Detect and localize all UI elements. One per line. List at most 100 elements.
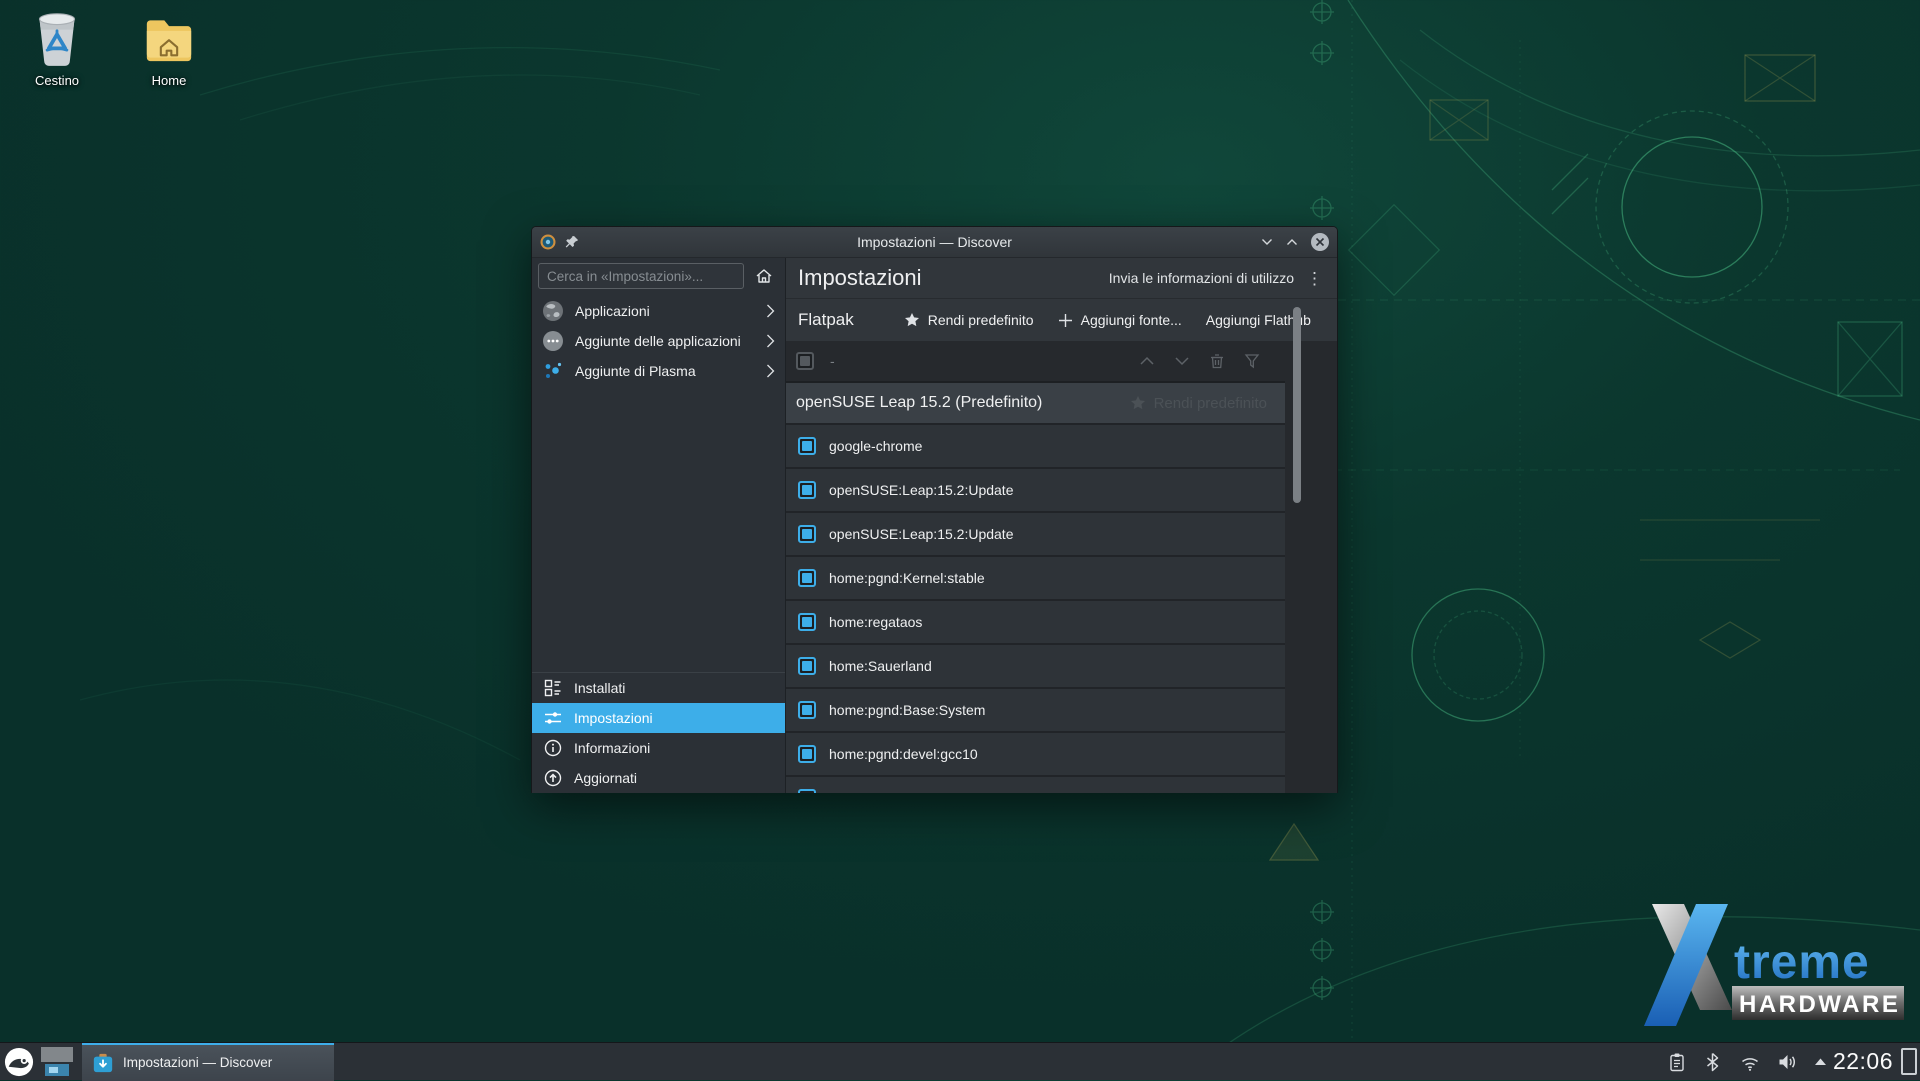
repo-checkbox[interactable] [798, 789, 816, 793]
backend-toolbar: Flatpak Rendi predefinito Aggiungi fonte… [786, 299, 1337, 341]
repo-checkbox[interactable] [798, 613, 816, 631]
source-group-title: openSUSE Leap 15.2 (Predefinito) [796, 394, 1042, 412]
addons-ellipsis-icon [542, 330, 564, 352]
sidebar-item-application-addons[interactable]: Aggiunte delle applicazioni [532, 326, 785, 356]
opensuse-geeko-icon [4, 1047, 34, 1077]
repo-checkbox[interactable] [798, 657, 816, 675]
repo-checkbox[interactable] [798, 481, 816, 499]
repo-checkbox[interactable] [798, 745, 816, 763]
plus-icon [1058, 313, 1073, 328]
settings-sliders-icon [544, 709, 562, 727]
pager-desktop-1[interactable] [41, 1047, 73, 1062]
repo-row[interactable]: openSUSE-Leap-15.2-1 [786, 777, 1285, 793]
maximize-button[interactable] [1286, 236, 1298, 248]
repo-checkbox[interactable] [798, 569, 816, 587]
plasma-icon [542, 360, 564, 382]
virtual-desktop-pager[interactable] [38, 1045, 78, 1079]
close-button[interactable] [1311, 233, 1329, 251]
repo-checkbox[interactable] [798, 525, 816, 543]
discover-window: Impostazioni — Discover [531, 226, 1338, 793]
installed-icon [544, 679, 562, 697]
filter-button[interactable] [1243, 352, 1261, 370]
window-title: Impostazioni — Discover [532, 234, 1337, 250]
make-default-button[interactable]: Rendi predefinito [904, 312, 1034, 328]
repo-label: home:pgnd:Kernel:stable [829, 570, 985, 586]
bluetooth-tray-icon[interactable] [1703, 1052, 1723, 1072]
select-all-checkbox[interactable] [796, 352, 814, 370]
sidebar-item-label: Applicazioni [575, 303, 650, 319]
sidebar-item-settings[interactable]: Impostazioni [532, 703, 785, 733]
sidebar-item-installed[interactable]: Installati [532, 673, 785, 703]
sidebar-item-plasma-addons[interactable]: Aggiunte di Plasma [532, 356, 785, 386]
home-folder-icon [141, 8, 197, 70]
sidebar-item-label: Informazioni [574, 740, 650, 756]
search-input[interactable] [538, 263, 744, 289]
volume-tray-icon[interactable] [1777, 1052, 1798, 1072]
sidebar: Applicazioni Aggiunte delle applicazioni [532, 258, 786, 793]
add-source-button[interactable]: Aggiungi fonte... [1058, 312, 1182, 328]
delete-button[interactable] [1208, 352, 1226, 370]
titlebar[interactable]: Impostazioni — Discover [532, 227, 1337, 258]
logo-word-treme: treme [1734, 936, 1870, 989]
chevron-right-icon [766, 334, 775, 348]
star-icon [904, 312, 920, 328]
desktop-icon-trash[interactable]: Cestino [18, 8, 96, 88]
repo-row[interactable]: home:pgnd:Base:System [786, 689, 1285, 733]
chevron-right-icon [766, 304, 775, 318]
info-icon [544, 739, 562, 757]
sidebar-item-updates[interactable]: Aggiornati [532, 763, 785, 793]
trash-icon [29, 8, 85, 70]
overflow-menu-button[interactable]: ⋮ [1306, 270, 1323, 287]
repo-label: home:pgnd:devel:gcc10 [829, 746, 978, 762]
desktop-icon-home[interactable]: Home [130, 8, 208, 88]
sidebar-item-label: Impostazioni [574, 710, 653, 726]
page-title: Impostazioni [798, 265, 922, 291]
taskbar-task-discover[interactable]: Impostazioni — Discover [82, 1043, 334, 1081]
updates-icon [544, 769, 562, 787]
usage-info-link[interactable]: Invia le informazioni di utilizzo [1109, 270, 1294, 286]
repo-label: home:pgnd:Base:System [829, 702, 985, 718]
sidebar-item-label: Installati [574, 680, 625, 696]
clipboard-tray-icon[interactable] [1667, 1052, 1687, 1072]
repo-row[interactable]: google-chrome [786, 425, 1285, 469]
make-default-button-disabled[interactable]: Rendi predefinito [1130, 395, 1275, 412]
digital-clock[interactable]: 22:06 [1833, 1048, 1893, 1075]
application-launcher-button[interactable] [0, 1043, 38, 1081]
sidebar-item-about[interactable]: Informazioni [532, 733, 785, 763]
repo-label: home:Sauerland [829, 658, 932, 674]
pager-desktop-2[interactable] [45, 1064, 69, 1076]
repo-row[interactable]: openSUSE:Leap:15.2:Update [786, 513, 1285, 557]
house-icon [755, 267, 773, 285]
settings-pane: Impostazioni Invia le informazioni di ut… [786, 258, 1337, 793]
show-desktop-button[interactable] [1901, 1048, 1917, 1075]
home-button[interactable] [749, 263, 779, 289]
discover-app-icon[interactable] [540, 234, 556, 250]
applications-globe-icon [542, 300, 564, 322]
chevron-right-icon [766, 364, 775, 378]
discover-task-icon [92, 1052, 114, 1074]
move-up-button[interactable] [1138, 352, 1156, 370]
repo-row[interactable]: home:pgnd:Kernel:stable [786, 557, 1285, 601]
list-scrollbar[interactable] [1293, 307, 1301, 503]
repo-checkbox[interactable] [798, 701, 816, 719]
sidebar-item-label: Aggiunte delle applicazioni [575, 333, 741, 349]
move-down-button[interactable] [1173, 352, 1191, 370]
xtreme-hardware-logo: treme HARDWARE [1636, 898, 1908, 1036]
pin-icon[interactable] [565, 235, 579, 249]
filter-value: - [830, 353, 835, 369]
tray-expand-icon[interactable] [1814, 1057, 1827, 1066]
source-group-header: openSUSE Leap 15.2 (Predefinito) Rendi p… [786, 383, 1285, 425]
minimize-button[interactable] [1261, 236, 1273, 248]
logo-word-hardware: HARDWARE [1739, 991, 1900, 1018]
repo-row[interactable]: home:Sauerland [786, 645, 1285, 689]
sidebar-item-applications[interactable]: Applicazioni [532, 296, 785, 326]
repo-label: openSUSE:Leap:15.2:Update [829, 526, 1013, 542]
task-label: Impostazioni — Discover [123, 1055, 272, 1070]
repo-row[interactable]: home:regataos [786, 601, 1285, 645]
filter-row: - [786, 341, 1285, 381]
repo-row[interactable]: openSUSE:Leap:15.2:Update [786, 469, 1285, 513]
repo-checkbox[interactable] [798, 437, 816, 455]
wifi-tray-icon[interactable] [1739, 1052, 1761, 1072]
repo-row[interactable]: home:pgnd:devel:gcc10 [786, 733, 1285, 777]
desktop-icon-label: Cestino [18, 73, 96, 88]
